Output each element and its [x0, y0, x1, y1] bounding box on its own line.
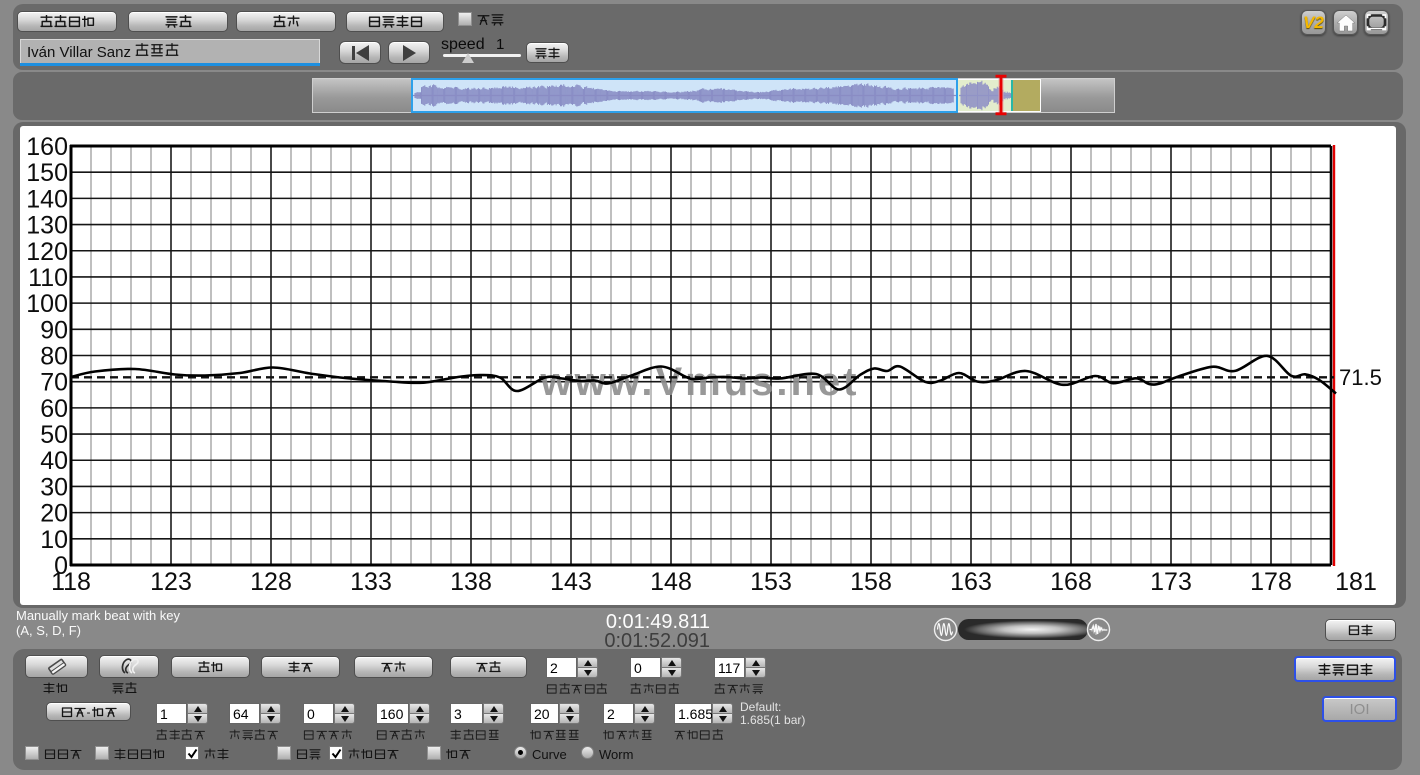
- svg-text:40: 40: [40, 447, 68, 475]
- svg-text:30: 30: [40, 473, 68, 501]
- svg-text:163: 163: [950, 568, 992, 596]
- svg-text:173: 173: [1150, 568, 1192, 596]
- svg-text:120: 120: [26, 238, 68, 266]
- svg-text:133: 133: [350, 568, 392, 596]
- svg-text:150: 150: [26, 159, 68, 187]
- svg-text:71.5: 71.5: [1339, 365, 1382, 390]
- svg-text:158: 158: [850, 568, 892, 596]
- svg-text:153: 153: [750, 568, 792, 596]
- svg-text:128: 128: [250, 568, 292, 596]
- svg-text:60: 60: [40, 395, 68, 423]
- svg-text:118: 118: [51, 568, 91, 596]
- svg-text:181: 181: [1335, 568, 1377, 596]
- svg-text:50: 50: [40, 421, 68, 449]
- svg-text:100: 100: [26, 290, 68, 318]
- svg-text:10: 10: [40, 526, 68, 554]
- svg-text:110: 110: [28, 264, 68, 292]
- svg-text:140: 140: [26, 185, 68, 213]
- svg-text:143: 143: [550, 568, 592, 596]
- svg-text:70: 70: [40, 369, 68, 397]
- svg-text:20: 20: [40, 500, 68, 528]
- svg-text:90: 90: [40, 316, 68, 344]
- svg-text:168: 168: [1050, 568, 1092, 596]
- svg-text:160: 160: [26, 133, 68, 161]
- svg-text:178: 178: [1250, 568, 1292, 596]
- svg-text:148: 148: [650, 568, 692, 596]
- svg-text:130: 130: [26, 212, 68, 240]
- svg-text:80: 80: [40, 343, 68, 371]
- svg-text:138: 138: [450, 568, 492, 596]
- svg-text:123: 123: [150, 568, 192, 596]
